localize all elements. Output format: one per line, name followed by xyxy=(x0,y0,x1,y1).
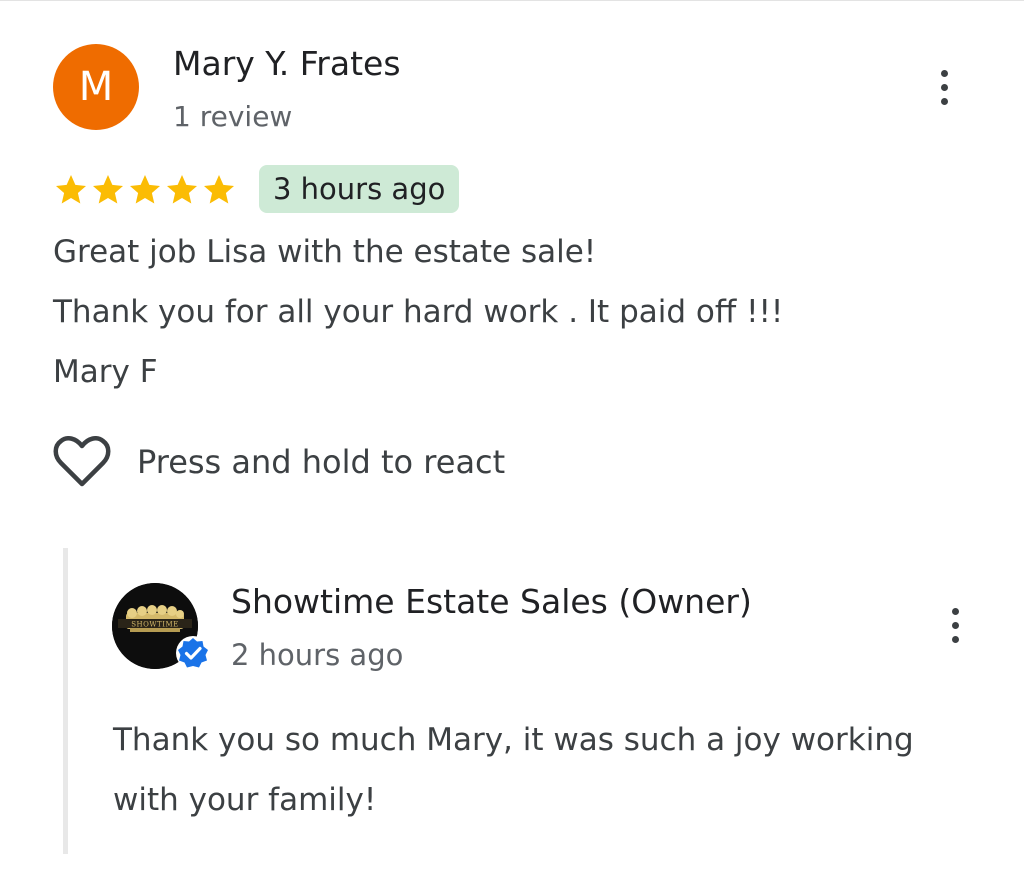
review-count: 1 review xyxy=(173,100,293,133)
react-button[interactable]: Press and hold to react xyxy=(53,436,505,488)
review-text-line: Mary F xyxy=(53,354,158,390)
more-vert-icon-dot xyxy=(951,607,959,615)
heart-outline-icon xyxy=(53,436,111,487)
more-vert-icon-dot xyxy=(940,83,948,91)
reply-text-line: with your family! xyxy=(113,782,377,818)
react-label: Press and hold to react xyxy=(137,443,506,481)
review-more-options-button[interactable] xyxy=(929,63,959,111)
svg-text:SHOWTIME: SHOWTIME xyxy=(131,621,179,629)
review-text-line: Thank you for all your hard work . It pa… xyxy=(53,294,784,330)
more-vert-icon-dot xyxy=(940,69,948,77)
review-text-line: Great job Lisa with the estate sale! xyxy=(53,234,597,270)
review-text: Great job Lisa with the estate sale! Tha… xyxy=(53,222,993,402)
more-vert-icon-dot xyxy=(940,97,948,105)
more-vert-icon-dot xyxy=(951,635,959,643)
star-icon xyxy=(130,175,160,204)
reply-more-options-button[interactable] xyxy=(940,601,970,649)
reply-text: Thank you so much Mary, it was such a jo… xyxy=(113,710,993,830)
star-rating xyxy=(53,172,237,208)
star-icon xyxy=(93,175,123,204)
reviewer-avatar[interactable]: M xyxy=(53,44,139,130)
more-vert-icon-dot xyxy=(951,621,959,629)
owner-name[interactable]: Showtime Estate Sales (Owner) xyxy=(231,582,752,621)
star-icon xyxy=(204,175,234,204)
avatar-initial: M xyxy=(78,64,114,110)
star-icon xyxy=(56,175,86,204)
top-divider xyxy=(0,0,1024,1)
reviewer-name[interactable]: Mary Y. Frates xyxy=(173,44,401,83)
reply-time: 2 hours ago xyxy=(231,638,404,672)
reply-indent-bar xyxy=(63,548,68,854)
review-time-badge: 3 hours ago xyxy=(259,165,460,213)
reply-text-line: Thank you so much Mary, it was such a jo… xyxy=(113,722,914,758)
star-icon xyxy=(167,175,197,204)
verified-badge-icon xyxy=(176,636,210,670)
